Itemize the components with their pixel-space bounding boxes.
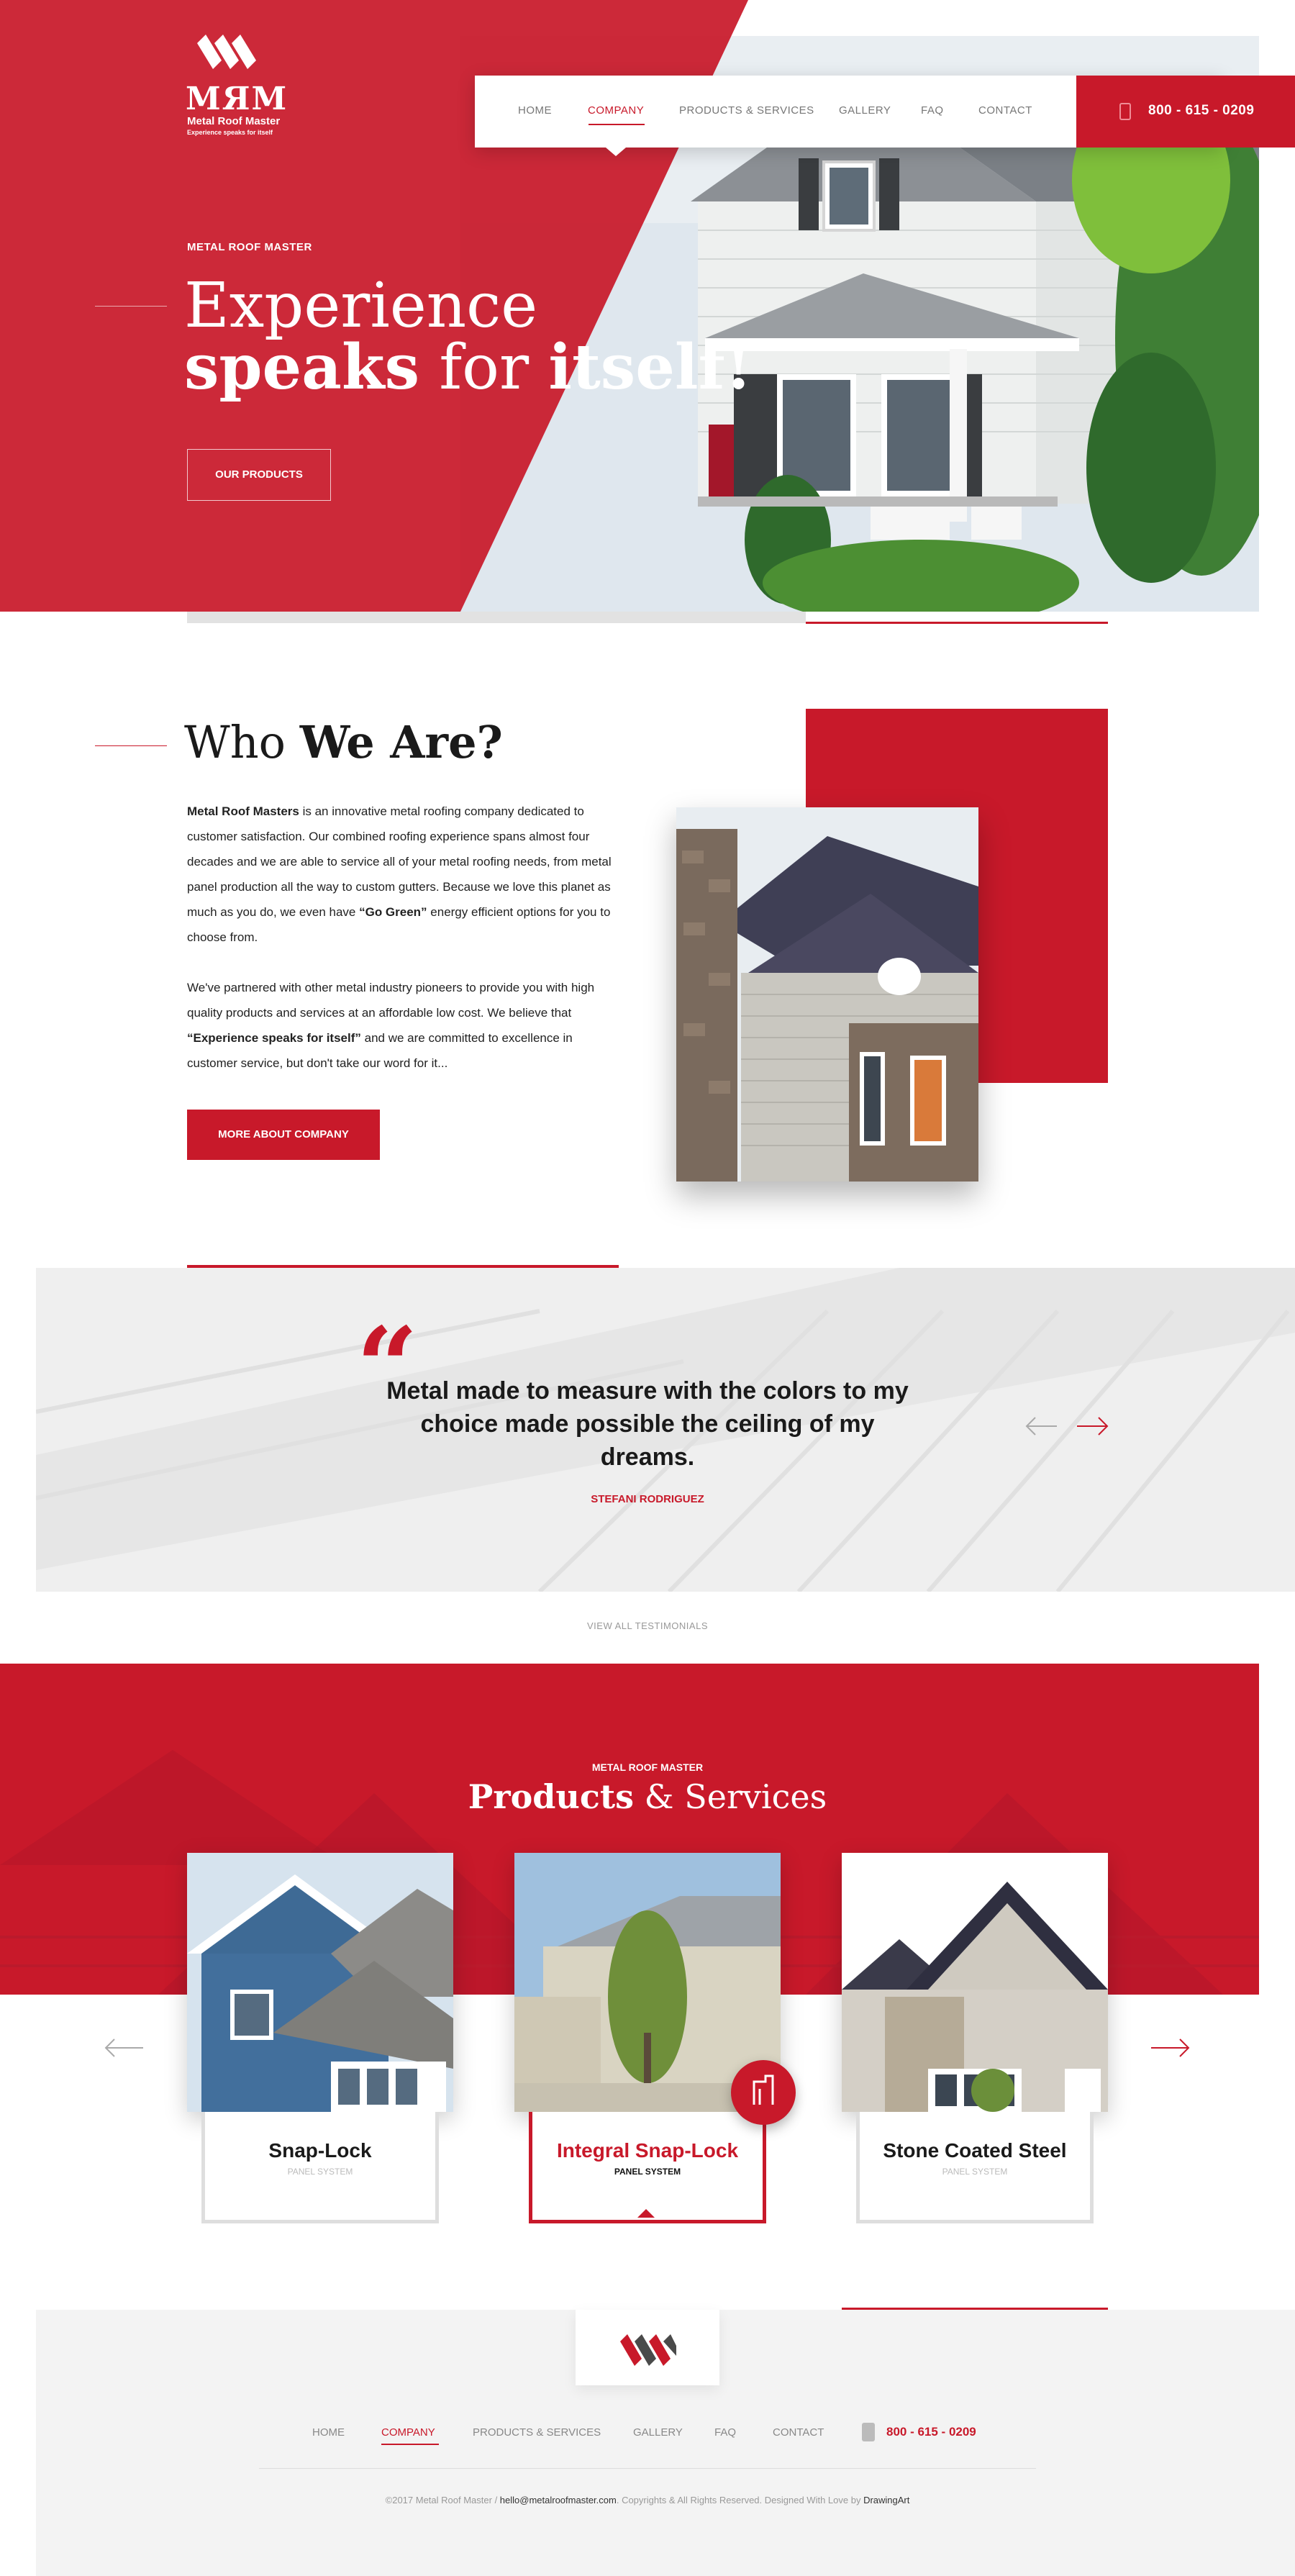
product-badge[interactable] (731, 2060, 796, 2125)
footer-nav-home[interactable]: HOME (312, 2426, 345, 2439)
nav-item-home[interactable]: HOME (518, 104, 552, 117)
hero-section: MЯM Metal Roof Master Experience speaks … (0, 0, 1295, 612)
product-image-snap-lock[interactable] (187, 1853, 453, 2112)
footer-nav-contact[interactable]: CONTACT (773, 2426, 824, 2439)
footer-logo-stripes-icon (620, 2334, 676, 2366)
header-phone-button[interactable]: 800 - 615 - 0209 (1076, 76, 1295, 148)
hero-title-word-itself: itself! (548, 331, 753, 404)
header-phone-number: 800 - 615 - 0209 (1148, 103, 1255, 118)
product-name: Integral Snap-Lock (556, 2139, 739, 2162)
panel-profile-icon (753, 2074, 774, 2105)
who-go-green: “Go Green” (359, 905, 427, 919)
footer-phone-number[interactable]: 800 - 615 - 0209 (886, 2425, 976, 2439)
our-products-button[interactable]: OUR PRODUCTS (187, 449, 331, 501)
testimonial-next-arrow-icon[interactable] (1076, 1416, 1109, 1436)
who-house-photo (676, 807, 978, 1182)
product-name: Stone Coated Steel (883, 2139, 1067, 2162)
footer-phone-icon (862, 2423, 875, 2441)
footer-email-link[interactable]: hello@metalroofmaster.com (500, 2495, 617, 2505)
footer-divider (259, 2468, 1036, 2469)
footer-nav-products[interactable]: PRODUCTS & SERVICES (473, 2426, 601, 2439)
footer-copyright: ©2017 Metal Roof Master / hello@metalroo… (259, 2495, 1036, 2505)
products-eyebrow: METAL ROOF MASTER (591, 1761, 704, 1773)
who-title-bold: We Are? (299, 716, 503, 768)
nav-item-contact[interactable]: CONTACT (978, 104, 1032, 117)
products-prev-arrow-icon[interactable] (104, 2038, 145, 2058)
phone-icon (1119, 103, 1131, 120)
product-image-stone-coated-steel[interactable] (842, 1853, 1108, 2112)
testimonial-quote: Metal made to measure with the colors to… (386, 1377, 909, 1471)
logo-name: Metal Roof Master (187, 115, 281, 127)
logo-stripes-icon (197, 35, 256, 69)
who-p2-bold: “Experience speaks for itself” (187, 1031, 361, 1045)
designer-link[interactable]: DrawingArt (863, 2495, 909, 2505)
product-card-integral-snap-lock[interactable]: Integral Snap-Lock PANEL SYSTEM (529, 2112, 766, 2223)
testimonial-author: STEFANI RODRIGUEZ (591, 1493, 704, 1505)
who-paragraph-2: We've partnered with other metal industr… (187, 975, 619, 1076)
product-card-stone-coated-steel[interactable]: Stone Coated Steel PANEL SYSTEM (856, 2112, 1094, 2223)
footer-logo[interactable] (576, 2310, 719, 2385)
copyright-text-a: ©2017 Metal Roof Master / (385, 2495, 500, 2505)
more-about-company-button[interactable]: MORE ABOUT COMPANY (187, 1110, 380, 1160)
products-title-bold: Products (468, 1777, 635, 1816)
footer-nav-active-underline (381, 2444, 439, 2445)
product-subtitle: PANEL SYSTEM (614, 2167, 681, 2177)
products-next-arrow-icon[interactable] (1150, 2038, 1190, 2058)
nav-item-products[interactable]: PRODUCTS & SERVICES (679, 104, 814, 117)
who-title-light: Who (184, 716, 286, 768)
nav-active-underline (589, 124, 645, 125)
view-all-testimonials-link[interactable]: VIEW ALL TESTIMONIALS (432, 1620, 863, 1631)
who-decor-line (95, 745, 167, 746)
footer-nav-gallery[interactable]: GALLERY (633, 2426, 683, 2439)
logo-tagline: Experience speaks for itself (187, 129, 273, 136)
who-p1-text-a: is an innovative metal roofing company d… (187, 804, 612, 919)
active-card-caret (637, 2209, 655, 2218)
nav-item-gallery[interactable]: GALLERY (839, 104, 891, 117)
footer-nav-faq[interactable]: FAQ (714, 2426, 736, 2439)
hero-title-word-speaks: speaks (184, 331, 419, 404)
product-name: Snap-Lock (268, 2139, 372, 2162)
hero-title-line2: speaks for itself! (184, 331, 752, 404)
testimonial-prev-arrow-icon[interactable] (1025, 1416, 1058, 1436)
nav-item-company[interactable]: COMPANY (588, 104, 644, 117)
who-paragraph-1: Metal Roof Masters is an innovative meta… (187, 799, 619, 950)
footer-nav-company[interactable]: COMPANY (381, 2426, 435, 2439)
who-p2-text-a: We've partnered with other metal industr… (187, 981, 595, 1020)
copyright-text-b: . Copyrights & All Rights Reserved. Desi… (616, 2495, 864, 2505)
footer-accent-line (842, 2308, 1108, 2310)
hero-decor-line (95, 306, 167, 307)
product-subtitle: PANEL SYSTEM (942, 2167, 1008, 2177)
product-subtitle: PANEL SYSTEM (287, 2167, 353, 2177)
logo-letters[interactable]: MЯM (186, 81, 288, 117)
product-card-snap-lock[interactable]: Snap-Lock PANEL SYSTEM (201, 2112, 439, 2223)
products-title-rest: & Services (644, 1777, 827, 1816)
nav-item-faq[interactable]: FAQ (921, 104, 944, 117)
hero-bottom-bar (187, 612, 806, 623)
hero-title-word-for: for (439, 332, 530, 404)
products-title: Products & Services (360, 1777, 935, 1816)
who-company-name: Metal Roof Masters (187, 804, 299, 818)
hero-eyebrow: METAL ROOF MASTER (187, 241, 312, 253)
hero-bottom-accent (806, 622, 1108, 624)
nav-active-caret (606, 148, 626, 156)
who-title: Who We Are? (184, 716, 503, 768)
